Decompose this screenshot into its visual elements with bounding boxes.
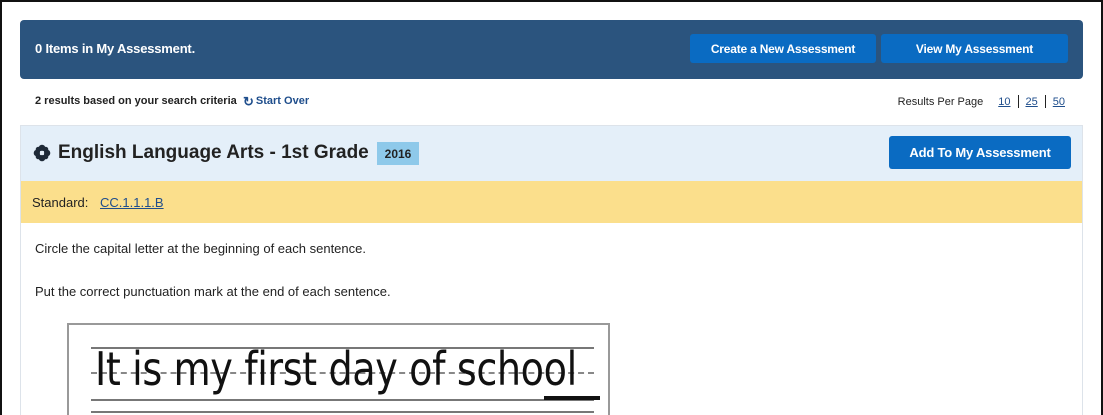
handwriting-line: [91, 411, 594, 413]
flower-icon: [33, 144, 51, 162]
handwriting-baseline: [91, 399, 594, 401]
start-over-link[interactable]: ↻ Start Over: [243, 93, 310, 109]
result-card: English Language Arts - 1st Grade 2016 A…: [20, 125, 1083, 415]
instruction-text: Put the correct punctuation mark at the …: [35, 284, 391, 299]
instruction-text: Circle the capital letter at the beginni…: [35, 241, 366, 256]
per-page-option-50[interactable]: 50: [1046, 96, 1065, 108]
standard-bar: Standard: CC.1.1.1.B: [21, 181, 1082, 223]
results-summary: 2 results based on your search criteria: [35, 95, 237, 107]
per-page-option-25[interactable]: 25: [1019, 96, 1045, 108]
start-over-label: Start Over: [255, 95, 310, 107]
items-count: 0 Items in My Assessment.: [35, 41, 195, 56]
worksheet-sentence: It is my first day of school: [95, 342, 577, 396]
standard-code-link[interactable]: CC.1.1.1.B: [100, 195, 164, 210]
results-row: 2 results based on your search criteria …: [35, 95, 1065, 109]
per-page-label: Results Per Page: [897, 95, 984, 108]
refresh-icon: ↻: [243, 93, 254, 109]
year-badge: 2016: [377, 142, 419, 165]
worksheet-image: It is my first day of school: [67, 323, 610, 415]
standard-label: Standard:: [32, 195, 89, 210]
item-title: English Language Arts - 1st Grade: [58, 142, 369, 163]
add-to-assessment-button[interactable]: Add To My Assessment: [889, 136, 1071, 169]
per-page-option-10[interactable]: 10: [991, 96, 1017, 108]
create-assessment-button[interactable]: Create a New Assessment: [690, 34, 876, 63]
card-header: English Language Arts - 1st Grade 2016 A…: [21, 126, 1082, 181]
answer-blank: [544, 396, 600, 400]
view-assessment-button[interactable]: View My Assessment: [881, 34, 1068, 63]
assessment-bar: 0 Items in My Assessment. Create a New A…: [20, 20, 1083, 79]
results-per-page: Results Per Page 10 25 50: [898, 95, 1065, 108]
